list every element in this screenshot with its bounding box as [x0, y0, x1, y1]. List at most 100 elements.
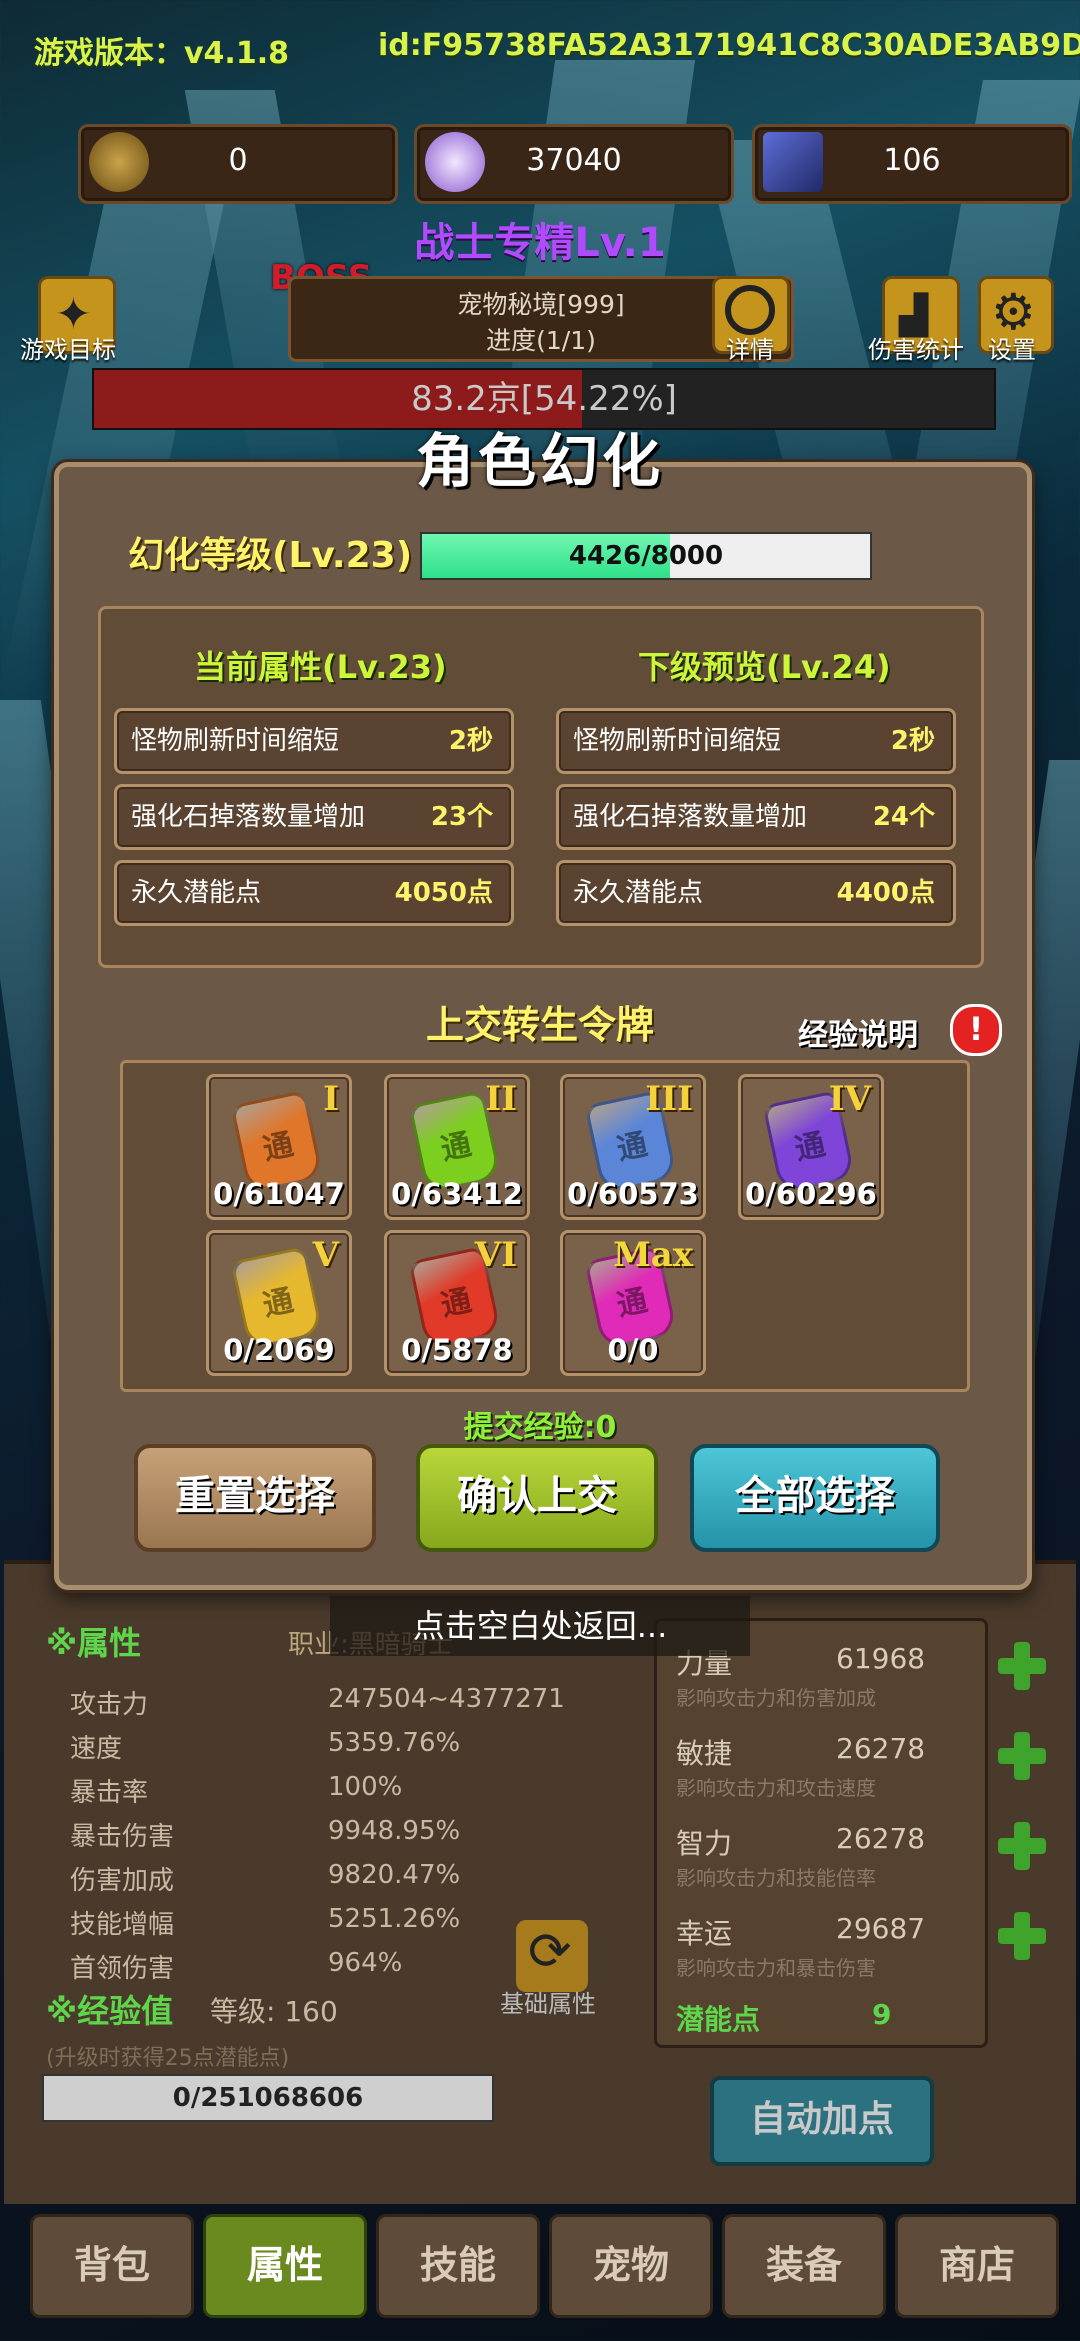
- select-all-button[interactable]: 全部选择: [690, 1444, 940, 1552]
- exp-help-label[interactable]: 经验说明: [798, 1010, 918, 1054]
- current-attr-row: 强化石掉落数量增加 23个: [114, 784, 514, 850]
- base-attr-value: 26278: [836, 1822, 926, 1855]
- next-attr-name: 怪物刷新时间缩短: [573, 726, 782, 756]
- token-slot[interactable]: 通 III 0/60573: [560, 1074, 706, 1220]
- confirm-submit-button[interactable]: 确认上交: [416, 1444, 658, 1552]
- base-attr-name: 智力: [676, 1827, 733, 1860]
- plus-icon[interactable]: [996, 1730, 1048, 1782]
- token-slot[interactable]: 通 V 0/2069: [206, 1230, 352, 1376]
- detail-label: 详情: [726, 336, 774, 364]
- base-attr-desc: 影响攻击力和攻击速度: [676, 1776, 876, 1800]
- card-resource[interactable]: 106: [752, 124, 1072, 204]
- current-attr-name: 怪物刷新时间缩短: [131, 726, 340, 756]
- tap-to-return-hint[interactable]: 点击空白处返回...: [330, 1596, 750, 1656]
- plus-icon[interactable]: [996, 1820, 1048, 1872]
- next-attr-value: 24个: [872, 802, 935, 832]
- plus-icon[interactable]: [996, 1910, 1048, 1962]
- crystal-resource[interactable]: 37040: [414, 124, 734, 204]
- current-attr-value: 23个: [430, 802, 493, 832]
- nav-tab[interactable]: 技能: [376, 2214, 540, 2318]
- magnifier-icon: [725, 285, 775, 335]
- token-glyph: 通: [437, 1127, 475, 1168]
- token-tier: IV: [828, 1079, 871, 1119]
- reset-selection-button[interactable]: 重置选择: [134, 1444, 376, 1552]
- transform-exp-bar: 4426/8000: [420, 532, 872, 580]
- token-glyph: 通: [791, 1127, 829, 1168]
- stat-name: 攻击力: [70, 1690, 149, 1720]
- game-goal-label: 游戏目标: [20, 336, 116, 364]
- nav-tab[interactable]: 商店: [895, 2214, 1059, 2318]
- token-slot[interactable]: 通 I 0/61047: [206, 1074, 352, 1220]
- potential-label: 潜能点: [676, 2003, 761, 2036]
- attributes-section-title: ※属性: [46, 1624, 142, 1662]
- plus-icon[interactable]: [996, 1640, 1048, 1692]
- token-count: 0/2069: [223, 1333, 335, 1367]
- next-attr-value: 2秒: [890, 726, 935, 756]
- token-count: 0/60573: [567, 1177, 699, 1211]
- token-tier: V: [312, 1235, 339, 1275]
- token-slot[interactable]: 通 II 0/63412: [384, 1074, 530, 1220]
- stat-value: 100%: [328, 1772, 403, 1802]
- refresh-icon: ⟳: [528, 1922, 572, 1982]
- stat-value: 964%: [328, 1948, 403, 1978]
- stat-value: 5359.76%: [328, 1728, 461, 1758]
- token-slot[interactable]: 通 IV 0/60296: [738, 1074, 884, 1220]
- base-attr-value: 29687: [836, 1912, 926, 1945]
- current-attr-value: 2秒: [448, 726, 493, 756]
- next-attr-row: 怪物刷新时间缩短 2秒: [556, 708, 956, 774]
- base-attr-value: 26278: [836, 1732, 926, 1765]
- transform-level-label: 幻化等级(Lv.23): [128, 535, 413, 576]
- next-attr-name: 强化石掉落数量增加: [573, 802, 808, 832]
- damage-stats-label: 伤害统计: [868, 336, 964, 364]
- swap-button[interactable]: ⟳: [516, 1920, 588, 1992]
- exp-section-title: ※经验值: [46, 1992, 174, 2030]
- base-attr-label: 基础属性: [500, 1990, 596, 2018]
- current-attr-value: 4050点: [394, 878, 493, 908]
- token-tier: Max: [613, 1235, 693, 1275]
- base-attr-value: 61968: [836, 1642, 926, 1675]
- current-attr-name: 永久潜能点: [131, 878, 262, 908]
- auto-add-button[interactable]: 自动加点: [710, 2076, 934, 2166]
- stat-value: 247504~4377271: [328, 1684, 565, 1714]
- potential-value: 9: [872, 1998, 892, 2031]
- base-attr-name: 幸运: [676, 1917, 733, 1950]
- submit-exp-text: 提交经验:0: [463, 1410, 617, 1445]
- token-count: 0/60296: [745, 1177, 877, 1211]
- next-attr-row: 强化石掉落数量增加 24个: [556, 784, 956, 850]
- stat-name: 速度: [70, 1734, 123, 1764]
- settings-label: 设置: [988, 336, 1036, 364]
- nav-tab[interactable]: 背包: [30, 2214, 194, 2318]
- nav-tab[interactable]: 装备: [722, 2214, 886, 2318]
- next-attr-name: 永久潜能点: [573, 878, 704, 908]
- next-attr-title: 下级预览(Lv.24): [638, 648, 891, 686]
- coin-resource[interactable]: 0: [78, 124, 398, 204]
- game-version: 游戏版本：v4.1.8: [34, 36, 289, 71]
- base-attr-desc: 影响攻击力和伤害加成: [676, 1686, 876, 1710]
- current-attr-row: 永久潜能点 4050点: [114, 860, 514, 926]
- token-tier: III: [645, 1079, 693, 1119]
- token-slot[interactable]: 通 Max 0/0: [560, 1230, 706, 1376]
- transform-exp-text: 4426/8000: [568, 541, 724, 571]
- token-glyph: 通: [259, 1127, 297, 1168]
- token-section-title: 上交转生令牌: [425, 1003, 654, 1047]
- token-glyph: 通: [259, 1283, 297, 1324]
- level-exp-bar: 0/251068606: [42, 2074, 494, 2122]
- next-attr-row: 永久潜能点 4400点: [556, 860, 956, 926]
- crystal-value: 37040: [526, 143, 622, 178]
- current-attr-title: 当前属性(Lv.23): [194, 648, 447, 686]
- level-note: (升级时获得25点潜能点): [46, 2046, 290, 2071]
- modal-title: 角色幻化: [415, 427, 664, 495]
- nav-tab[interactable]: 属性: [203, 2214, 367, 2318]
- stat-value: 9948.95%: [328, 1816, 461, 1846]
- card-value: 106: [883, 143, 941, 178]
- stat-name: 伤害加成: [70, 1866, 175, 1896]
- coin-value: 0: [228, 143, 248, 178]
- token-glyph: 通: [437, 1283, 475, 1324]
- player-level: 等级: 160: [210, 1995, 338, 2028]
- token-count: 0/61047: [213, 1177, 345, 1211]
- specialization-title: 战士专精Lv.1: [414, 220, 666, 266]
- nav-tab[interactable]: 宠物: [549, 2214, 713, 2318]
- exclamation-icon[interactable]: !: [950, 1004, 1002, 1056]
- base-attr-desc: 影响攻击力和暴击伤害: [676, 1956, 876, 1980]
- token-slot[interactable]: 通 VI 0/5878: [384, 1230, 530, 1376]
